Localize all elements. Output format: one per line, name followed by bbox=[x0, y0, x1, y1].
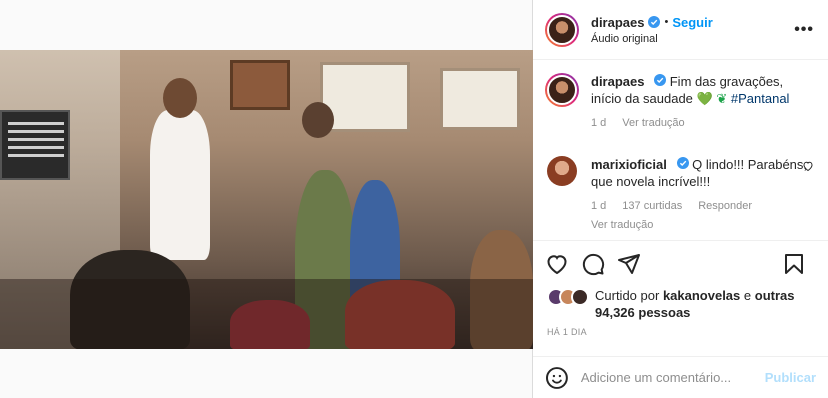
video-scene-shadow bbox=[0, 279, 533, 349]
leaf-icon: ❦ bbox=[716, 91, 728, 106]
likes-middle: e bbox=[743, 288, 752, 303]
caption-author-avatar[interactable] bbox=[545, 73, 579, 107]
likes-summary: Curtido por kakanovelas e outras 94,326 … bbox=[547, 287, 817, 321]
publish-button[interactable]: Publicar bbox=[765, 370, 816, 385]
comment-like-heart-icon[interactable] bbox=[802, 160, 814, 172]
likes-text: Curtido por kakanovelas e outras 94,326 … bbox=[595, 287, 817, 321]
separator-dot: • bbox=[664, 16, 669, 28]
likes-prefix: Curtido por bbox=[595, 288, 660, 303]
post-timestamp[interactable]: HÁ 1 DIA bbox=[547, 327, 587, 337]
video-scene-camera bbox=[0, 110, 70, 180]
comment-translate-link[interactable]: Ver tradução bbox=[591, 219, 653, 231]
follow-button[interactable]: Seguir bbox=[672, 15, 712, 30]
green-heart-emoji: 💚 bbox=[696, 91, 713, 106]
caption-age[interactable]: 1 d bbox=[591, 115, 606, 132]
video-scene-painting bbox=[230, 60, 290, 110]
caption-translate-link[interactable]: Ver tradução bbox=[622, 115, 684, 132]
commenter-avatar[interactable] bbox=[547, 156, 577, 186]
video-scene-head bbox=[302, 102, 334, 138]
caption-username[interactable]: dirapaes bbox=[591, 74, 644, 89]
post-actions bbox=[533, 250, 828, 278]
save-icon[interactable] bbox=[782, 252, 806, 276]
comment-reply-button[interactable]: Responder bbox=[698, 198, 752, 215]
media-column bbox=[0, 0, 533, 398]
verified-badge-icon bbox=[648, 16, 661, 28]
verified-badge-icon bbox=[654, 74, 667, 86]
post-side-panel: dirapaes • Seguir Áudio original ••• dir… bbox=[533, 0, 828, 398]
comment-icon[interactable] bbox=[581, 252, 605, 276]
add-comment-bar: Publicar bbox=[533, 356, 828, 398]
comment-likes[interactable]: 137 curtidas bbox=[622, 198, 682, 215]
post-video[interactable] bbox=[0, 50, 533, 349]
audio-label[interactable]: Áudio original bbox=[591, 33, 713, 45]
emoji-icon[interactable] bbox=[545, 366, 569, 390]
heart-icon[interactable] bbox=[545, 252, 569, 276]
video-scene-window bbox=[440, 68, 520, 130]
video-scene-head bbox=[163, 78, 197, 118]
verified-badge-icon bbox=[676, 157, 689, 169]
author-username[interactable]: dirapaes bbox=[591, 15, 644, 30]
comment-item: marixioficial Q lindo!!! Parabéns, que n… bbox=[545, 156, 816, 234]
liker-avatar[interactable] bbox=[571, 288, 589, 306]
caption-hashtag[interactable]: #Pantanal bbox=[731, 91, 790, 106]
author-avatar[interactable] bbox=[545, 12, 579, 47]
comment-input[interactable] bbox=[580, 370, 765, 385]
comment-username[interactable]: marixioficial bbox=[591, 157, 667, 172]
likers-avatars bbox=[547, 287, 595, 307]
share-icon[interactable] bbox=[617, 252, 641, 276]
comments-list: dirapaes Fim das gravações, início da sa… bbox=[533, 61, 828, 241]
caption-item: dirapaes Fim das gravações, início da sa… bbox=[545, 73, 816, 132]
video-scene-woman-white-dress bbox=[150, 110, 210, 260]
post-header: dirapaes • Seguir Áudio original ••• bbox=[533, 0, 828, 60]
likes-user[interactable]: kakanovelas bbox=[663, 288, 740, 303]
comment-age[interactable]: 1 d bbox=[591, 198, 606, 215]
more-options-icon[interactable]: ••• bbox=[794, 21, 814, 39]
